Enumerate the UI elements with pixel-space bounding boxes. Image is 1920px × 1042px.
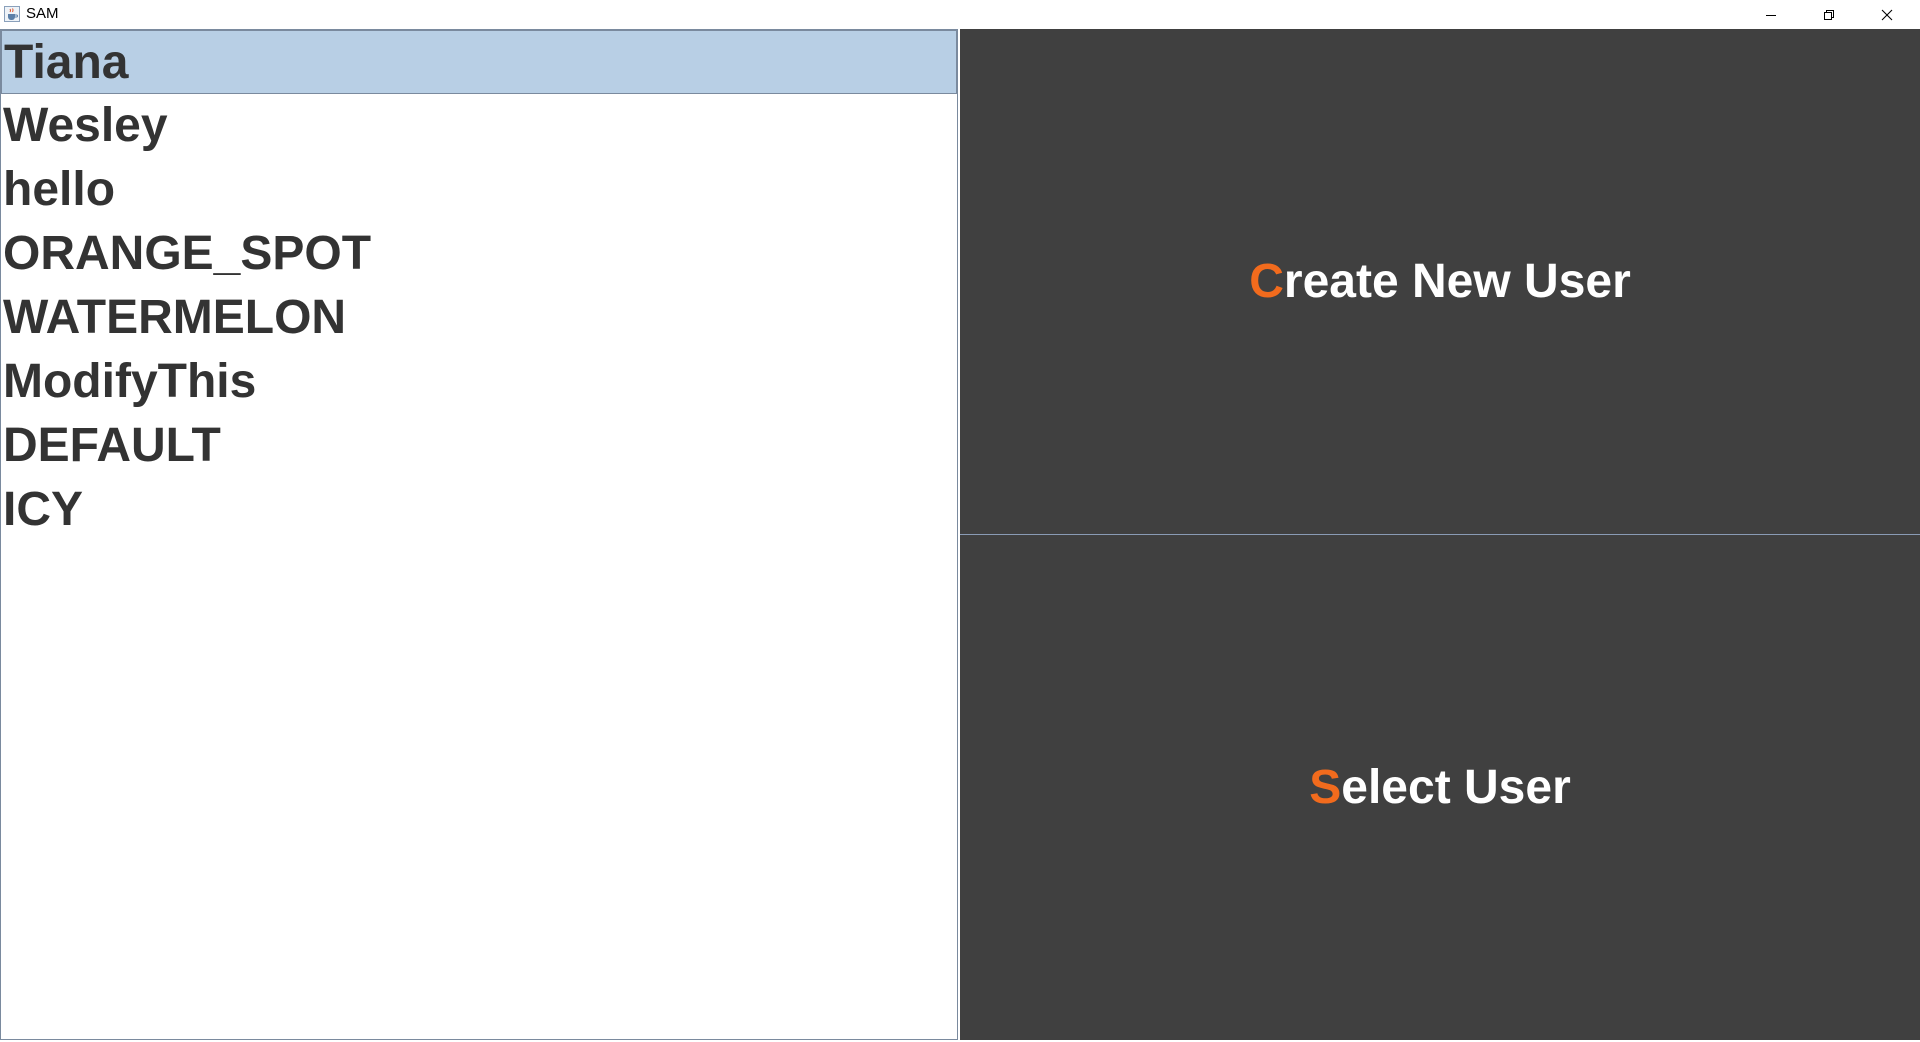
button-divider <box>960 534 1920 535</box>
list-item[interactable]: Tiana <box>1 30 957 94</box>
select-label: elect User <box>1341 761 1571 814</box>
minimize-icon <box>1766 14 1776 16</box>
close-button[interactable] <box>1858 0 1916 29</box>
content-area: Tiana Wesley hello ORANGE_SPOT WATERMELO… <box>0 29 1920 1042</box>
list-item[interactable]: WATERMELON <box>1 286 957 350</box>
restore-button[interactable] <box>1800 0 1858 29</box>
create-mnemonic: C <box>1249 255 1284 308</box>
user-list[interactable]: Tiana Wesley hello ORANGE_SPOT WATERMELO… <box>0 29 958 1040</box>
list-item[interactable]: DEFAULT <box>1 414 957 478</box>
select-mnemonic: S <box>1309 761 1342 814</box>
list-item[interactable]: Wesley <box>1 94 957 158</box>
app-window: SAM Tiana Wesley hello ORANGE_SPOT WATER… <box>0 0 1920 1042</box>
create-new-user-button[interactable]: Create New User <box>960 29 1920 534</box>
select-user-button[interactable]: Select User <box>960 535 1920 1040</box>
minimize-button[interactable] <box>1742 0 1800 29</box>
list-item[interactable]: ORANGE_SPOT <box>1 222 957 286</box>
list-item[interactable]: ICY <box>1 478 957 542</box>
title-bar[interactable]: SAM <box>0 0 1920 29</box>
create-label: reate New User <box>1283 255 1631 308</box>
restore-icon <box>1824 9 1834 20</box>
close-icon <box>1881 9 1893 20</box>
list-item[interactable]: hello <box>1 158 957 222</box>
java-cup-icon <box>4 6 20 22</box>
window-title: SAM <box>26 5 59 22</box>
list-item[interactable]: ModifyThis <box>1 350 957 414</box>
